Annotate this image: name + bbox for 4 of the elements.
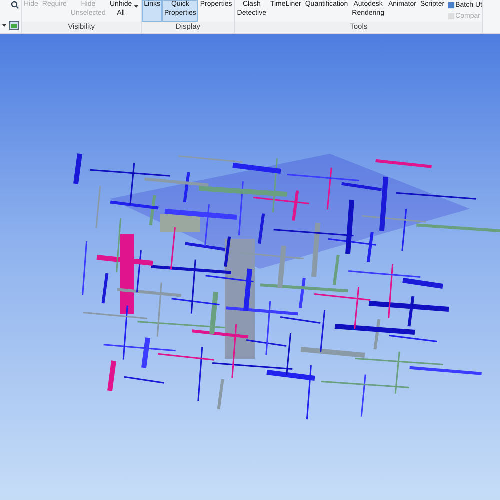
caret-icon[interactable] [2,24,7,28]
toolbar-icon[interactable] [9,21,19,30]
search-icon[interactable] [11,1,19,9]
caret-icon[interactable] [134,5,140,9]
